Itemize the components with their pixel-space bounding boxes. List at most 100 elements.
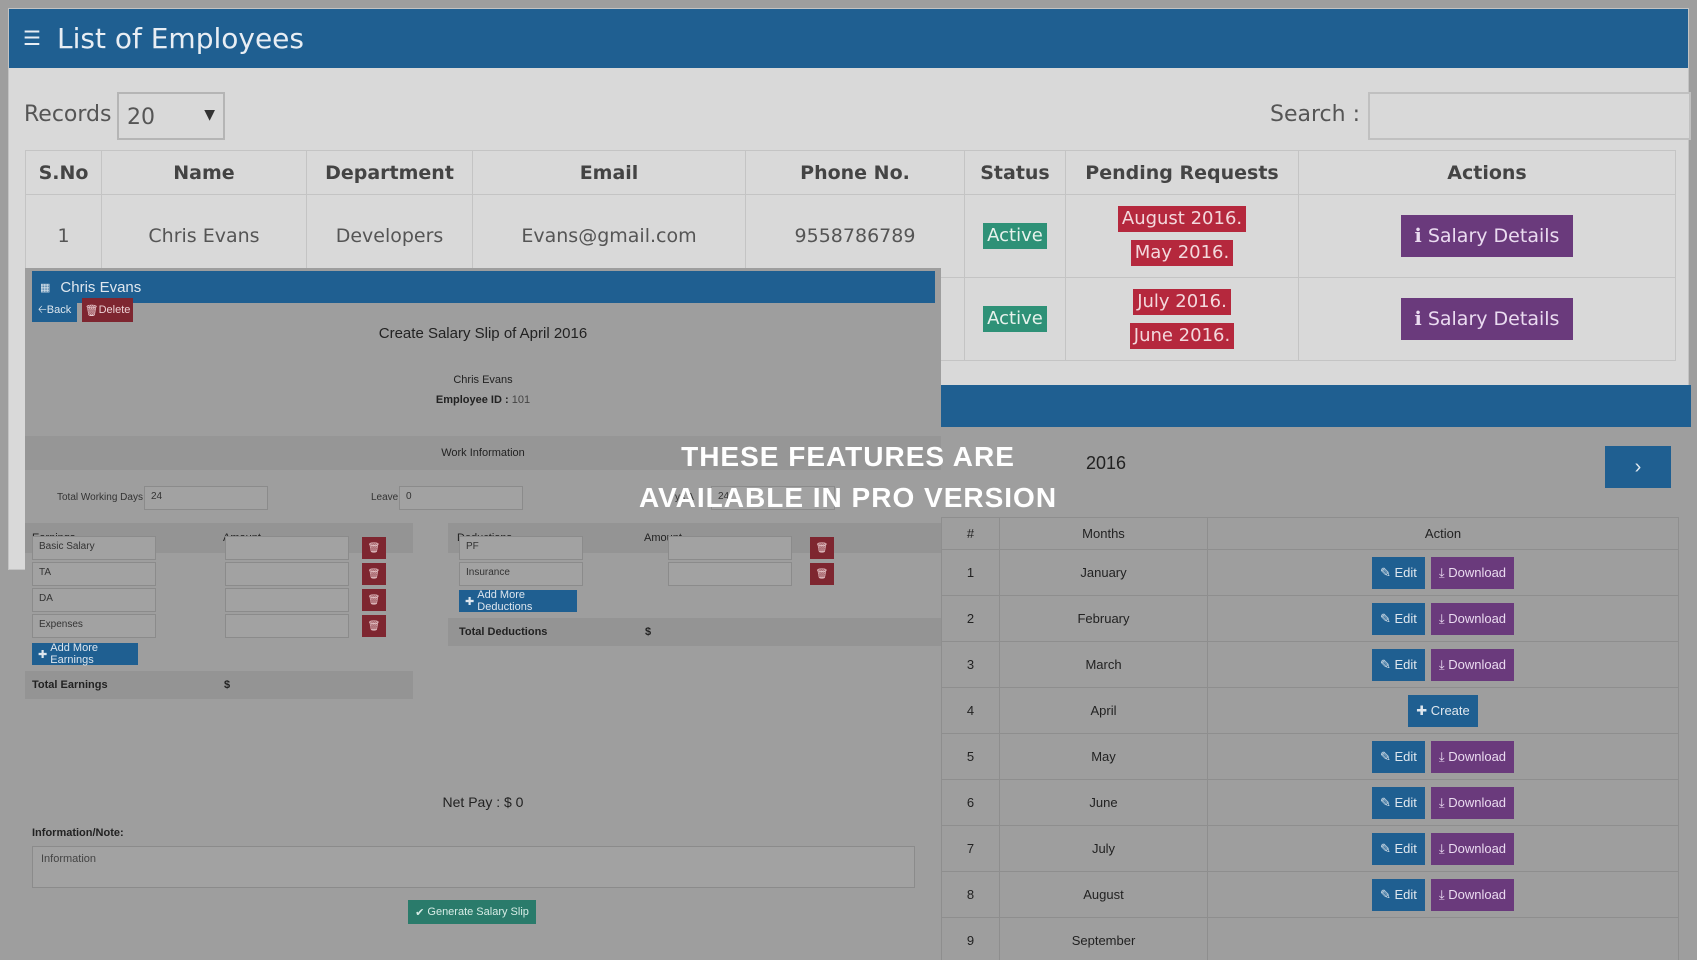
table-row: 2 February ✎ Edit ⤓ Download [941, 595, 1679, 642]
table-row: 6 June ✎ Edit ⤓ Download [941, 779, 1679, 826]
deduction-name-input[interactable]: PF [459, 536, 583, 560]
information-textarea[interactable]: Information [32, 846, 915, 888]
download-button[interactable]: ⤓ Download [1430, 786, 1515, 819]
column-header[interactable]: Phone No. [745, 150, 965, 195]
search-label: Search : [1270, 102, 1360, 127]
earning-amount-input[interactable] [225, 536, 349, 560]
add-deductions-label: Add More Deductions [477, 589, 533, 613]
remove-earning-button[interactable]: 🗑 [362, 589, 386, 611]
edit-button[interactable]: ✎ Edit [1371, 832, 1425, 865]
download-button[interactable]: ⤓ Download [1430, 740, 1515, 773]
request-badge[interactable]: June 2016. [1129, 323, 1235, 349]
deduction-amount-input[interactable] [668, 562, 792, 586]
deduction-name-input[interactable]: Insurance [459, 562, 583, 586]
cell-department: Developers [306, 194, 473, 278]
add-earnings-button[interactable]: ✚ Add More Earnings [32, 642, 138, 666]
cell-requests: August 2016. May 2016. [1065, 194, 1299, 278]
remove-deduction-button[interactable]: 🗑 [810, 563, 834, 585]
download-icon: ⤓ [1438, 886, 1449, 902]
cell-actions: ℹ Salary Details [1298, 277, 1676, 361]
earning-amount-input[interactable] [225, 614, 349, 638]
remove-earning-button[interactable]: 🗑 [362, 563, 386, 585]
total-working-days-label: Total Working Days [57, 492, 143, 503]
total-working-days-input[interactable]: 24 [144, 486, 268, 510]
edit-button[interactable]: ✎ Edit [1371, 602, 1425, 635]
column-header[interactable]: Email [472, 150, 746, 195]
back-button[interactable]: 🡠 Back [32, 298, 77, 322]
column-header[interactable]: Status [964, 150, 1066, 195]
column-header[interactable]: Pending Requests [1065, 150, 1299, 195]
download-button[interactable]: ⤓ Download [1430, 878, 1515, 911]
download-button[interactable]: ⤓ Download [1430, 556, 1515, 589]
total-deductions-value: $ [645, 626, 652, 638]
net-pay: Net Pay : $ 0 [442, 794, 524, 810]
download-label: Download [1448, 886, 1507, 902]
cell-action: ✎ Edit ⤓ Download [1207, 641, 1679, 688]
arrow-left-icon: 🡠 [37, 303, 47, 316]
records-label: Records : [24, 102, 126, 127]
edit-label: Edit [1394, 564, 1417, 580]
cell-phone: 9558786789 [745, 194, 965, 278]
download-label: Download [1448, 794, 1507, 810]
search-input[interactable] [1368, 92, 1691, 140]
salary-details-button[interactable]: ℹ Salary Details [1400, 298, 1574, 340]
earning-name-input[interactable]: DA [32, 588, 156, 612]
edit-button[interactable]: ✎ Edit [1371, 556, 1425, 589]
remove-earning-button[interactable]: 🗑 [362, 615, 386, 637]
earning-name-input[interactable]: Basic Salary [32, 536, 156, 560]
months-body: 1 January ✎ Edit ⤓ Download 2 February ✎ Edit ⤓… [941, 549, 1679, 960]
slip-title: Create Salary Slip of April 2016 [378, 325, 588, 342]
download-button[interactable]: ⤓ Download [1430, 602, 1515, 635]
salary-slip-panel: ▦ Chris Evans 🡠 Back 🗑 Delete Create Salar… [25, 268, 941, 930]
delete-button[interactable]: 🗑 Delete [82, 298, 133, 322]
request-badge[interactable]: July 2016. [1133, 289, 1231, 315]
info-icon: ℹ [1414, 225, 1428, 247]
leave-input[interactable]: 0 [399, 486, 523, 510]
trash-icon: 🗑 [367, 542, 381, 554]
cell-actions: ℹ Salary Details [1298, 194, 1676, 278]
column-header[interactable]: S.No [25, 150, 102, 195]
edit-button[interactable]: ✎ Edit [1371, 878, 1425, 911]
salary-details-label: Salary Details [1427, 308, 1560, 330]
check-icon: ✔ [415, 906, 428, 919]
download-icon: ⤓ [1438, 610, 1449, 626]
request-badge[interactable]: August 2016. [1117, 206, 1247, 232]
cell-status: Active [964, 277, 1066, 361]
next-year-button[interactable]: › [1605, 446, 1671, 488]
earning-name-input[interactable]: Expenses [32, 614, 156, 638]
cell-month: September [999, 917, 1208, 960]
column-header[interactable]: Department [306, 150, 473, 195]
create-button[interactable]: ✚ Create [1408, 694, 1478, 727]
cell-name: Chris Evans [101, 194, 307, 278]
cell-action: ✎ Edit ⤓ Download [1207, 871, 1679, 918]
cell-action: ✎ Edit ⤓ Download [1207, 733, 1679, 780]
edit-button[interactable]: ✎ Edit [1371, 648, 1425, 681]
records-select[interactable]: 20 ▼ [117, 92, 225, 140]
generate-salary-slip-button[interactable]: ✔ Generate Salary Slip [408, 900, 536, 924]
total-deductions-bar: Total Deductions $ [448, 618, 941, 646]
earning-amount-input[interactable] [225, 562, 349, 586]
download-button[interactable]: ⤓ Download [1430, 832, 1515, 865]
download-button[interactable]: ⤓ Download [1430, 648, 1515, 681]
cell-action [1207, 917, 1679, 960]
remove-deduction-button[interactable]: 🗑 [810, 537, 834, 559]
column-header[interactable]: Actions [1298, 150, 1676, 195]
edit-button[interactable]: ✎ Edit [1371, 740, 1425, 773]
cell-number: 2 [941, 595, 1000, 642]
add-deductions-button[interactable]: ✚ Add More Deductions [459, 589, 577, 613]
table-header-row: S.No Name Department Email Phone No. Sta… [25, 150, 1676, 195]
column-header: # [941, 517, 1000, 550]
earning-name-input[interactable]: TA [32, 562, 156, 586]
deduction-amount-input[interactable] [668, 536, 792, 560]
months-header [941, 385, 1691, 427]
salary-details-button[interactable]: ℹ Salary Details [1400, 215, 1574, 257]
earning-amount-input[interactable] [225, 588, 349, 612]
request-badge[interactable]: May 2016. [1130, 240, 1234, 266]
remove-earning-button[interactable]: 🗑 [362, 537, 386, 559]
leave-label: Leave [371, 492, 399, 503]
create-label: Create [1430, 702, 1470, 718]
pencil-icon: ✎ [1379, 656, 1395, 672]
edit-button[interactable]: ✎ Edit [1371, 786, 1425, 819]
column-header[interactable]: Name [101, 150, 307, 195]
employee-id-label: Employee ID : [435, 394, 509, 406]
